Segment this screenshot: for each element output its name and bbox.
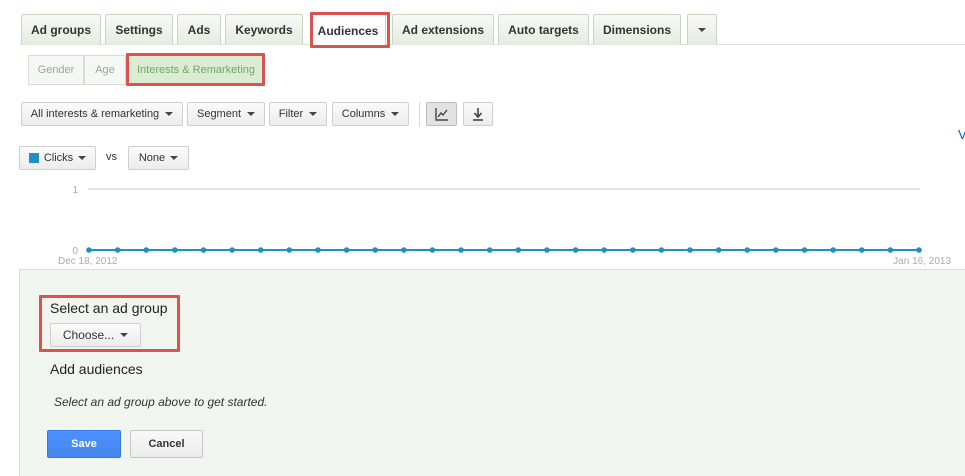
- x-axis-end-label: Jan 16, 2013: [893, 256, 951, 267]
- subtab-interests-remarketing[interactable]: Interests & Remarketing: [128, 55, 264, 85]
- tab-settings[interactable]: Settings: [105, 14, 173, 45]
- data-point[interactable]: [172, 247, 178, 253]
- data-point[interactable]: [544, 247, 550, 253]
- data-point[interactable]: [486, 247, 493, 253]
- data-point[interactable]: [372, 247, 379, 253]
- partial-link-text[interactable]: V: [958, 127, 965, 142]
- data-point[interactable]: [143, 247, 150, 253]
- tab-dimensions[interactable]: Dimensions: [593, 14, 681, 45]
- segment-label: Segment: [196, 108, 242, 120]
- data-point[interactable]: [86, 247, 92, 253]
- data-point[interactable]: [629, 247, 636, 253]
- data-point[interactable]: [200, 247, 207, 253]
- data-point[interactable]: [315, 247, 321, 253]
- interests-view-dropdown[interactable]: All interests & remarketing: [21, 102, 183, 126]
- y-tick-label-top: 1: [72, 185, 78, 196]
- data-point[interactable]: [257, 247, 264, 253]
- tab-keywords[interactable]: Keywords: [225, 14, 303, 45]
- tab-ad-groups[interactable]: Ad groups: [21, 14, 101, 45]
- chevron-down-icon: [391, 112, 400, 116]
- columns-dropdown[interactable]: Columns: [332, 102, 409, 126]
- data-point[interactable]: [916, 247, 922, 253]
- toolbar-divider: [419, 102, 420, 126]
- instruction-text: Select an ad group above to get started.: [54, 395, 268, 409]
- toggle-chart-button[interactable]: [426, 102, 457, 126]
- download-button[interactable]: [463, 102, 493, 126]
- data-point[interactable]: [744, 247, 751, 253]
- subtab-age[interactable]: Age: [84, 55, 126, 85]
- series-layer: [86, 247, 922, 253]
- chevron-down-icon: [698, 28, 706, 32]
- save-button[interactable]: Save: [47, 430, 121, 458]
- chevron-down-icon: [309, 112, 318, 116]
- subtab-gender[interactable]: Gender: [28, 55, 84, 85]
- columns-label: Columns: [341, 108, 386, 120]
- chevron-down-icon: [120, 333, 129, 337]
- line-chart-icon: [434, 107, 448, 121]
- performance-chart: 1 0 Dec 18, 2012 Jan 16, 2013: [58, 185, 951, 267]
- data-point[interactable]: [114, 247, 121, 253]
- series-color-swatch: [28, 153, 39, 163]
- data-point[interactable]: [286, 247, 293, 253]
- data-point[interactable]: [601, 247, 607, 253]
- segment-dropdown[interactable]: Segment: [187, 102, 265, 126]
- more-tabs-button[interactable]: [687, 14, 717, 45]
- download-icon: [473, 107, 483, 121]
- data-point[interactable]: [401, 247, 407, 253]
- data-point[interactable]: [887, 247, 894, 253]
- choose-ad-group-dropdown[interactable]: Choose...: [50, 323, 141, 347]
- chevron-down-icon: [78, 156, 87, 160]
- data-point[interactable]: [687, 247, 693, 253]
- tab-ads[interactable]: Ads: [177, 14, 221, 45]
- data-point[interactable]: [515, 247, 522, 253]
- data-point[interactable]: [343, 247, 350, 253]
- data-point[interactable]: [858, 247, 865, 253]
- data-point[interactable]: [773, 247, 779, 253]
- add-audiences-heading: Add audiences: [50, 361, 143, 377]
- filter-label: Filter: [278, 108, 304, 120]
- data-point[interactable]: [229, 247, 235, 253]
- data-point[interactable]: [715, 247, 722, 253]
- tab-ad-extensions[interactable]: Ad extensions: [392, 14, 494, 45]
- chevron-down-icon: [247, 112, 256, 116]
- primary-metric-dropdown[interactable]: Clicks: [19, 146, 96, 170]
- interests-view-label: All interests & remarketing: [30, 108, 160, 120]
- chevron-down-icon: [170, 156, 179, 160]
- filter-dropdown[interactable]: Filter: [269, 102, 327, 126]
- primary-metric-label: Clicks: [43, 152, 74, 164]
- x-axis-start-label: Dec 18, 2012: [58, 256, 118, 267]
- tab-auto-targets[interactable]: Auto targets: [498, 14, 589, 45]
- main-tab-bar: Ad groups Settings Ads Keywords Audience…: [0, 0, 965, 46]
- tab-audiences[interactable]: Audiences: [310, 14, 386, 46]
- cancel-button[interactable]: Cancel: [130, 430, 203, 458]
- data-point[interactable]: [830, 247, 836, 253]
- data-point[interactable]: [658, 247, 665, 253]
- vs-label: vs: [106, 151, 117, 163]
- data-point[interactable]: [458, 247, 464, 253]
- select-ad-group-label: Select an ad group: [50, 300, 168, 316]
- data-point[interactable]: [429, 247, 436, 253]
- choose-label: Choose...: [62, 328, 115, 342]
- data-point[interactable]: [801, 247, 808, 253]
- secondary-metric-label: None: [138, 152, 166, 164]
- chevron-down-icon: [165, 112, 174, 116]
- secondary-metric-dropdown[interactable]: None: [128, 146, 189, 170]
- data-point[interactable]: [572, 247, 579, 253]
